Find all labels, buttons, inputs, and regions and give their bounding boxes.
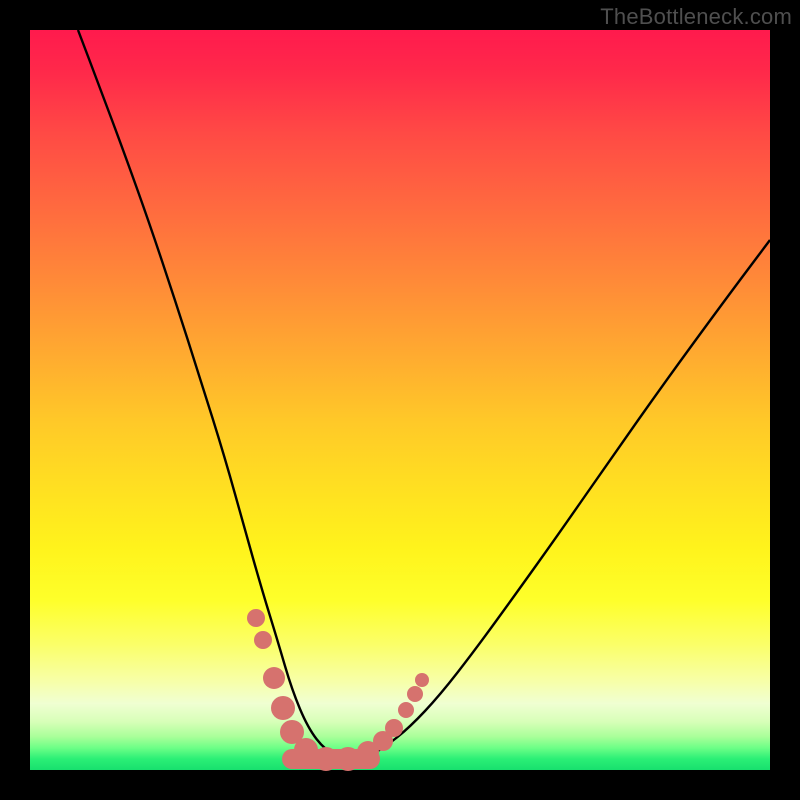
- trough-marker: [314, 747, 338, 771]
- trough-marker: [415, 673, 429, 687]
- trough-marker: [254, 631, 272, 649]
- bottleneck-curve: [78, 30, 770, 759]
- trough-marker: [385, 719, 403, 737]
- watermark-text: TheBottleneck.com: [600, 4, 792, 30]
- trough-marker: [407, 686, 423, 702]
- trough-marker: [247, 609, 265, 627]
- curve-layer: [30, 30, 770, 770]
- trough-marker: [398, 702, 414, 718]
- trough-marker: [336, 747, 360, 771]
- trough-marker: [271, 696, 295, 720]
- trough-marker: [263, 667, 285, 689]
- plot-area: [30, 30, 770, 770]
- chart-frame: TheBottleneck.com: [0, 0, 800, 800]
